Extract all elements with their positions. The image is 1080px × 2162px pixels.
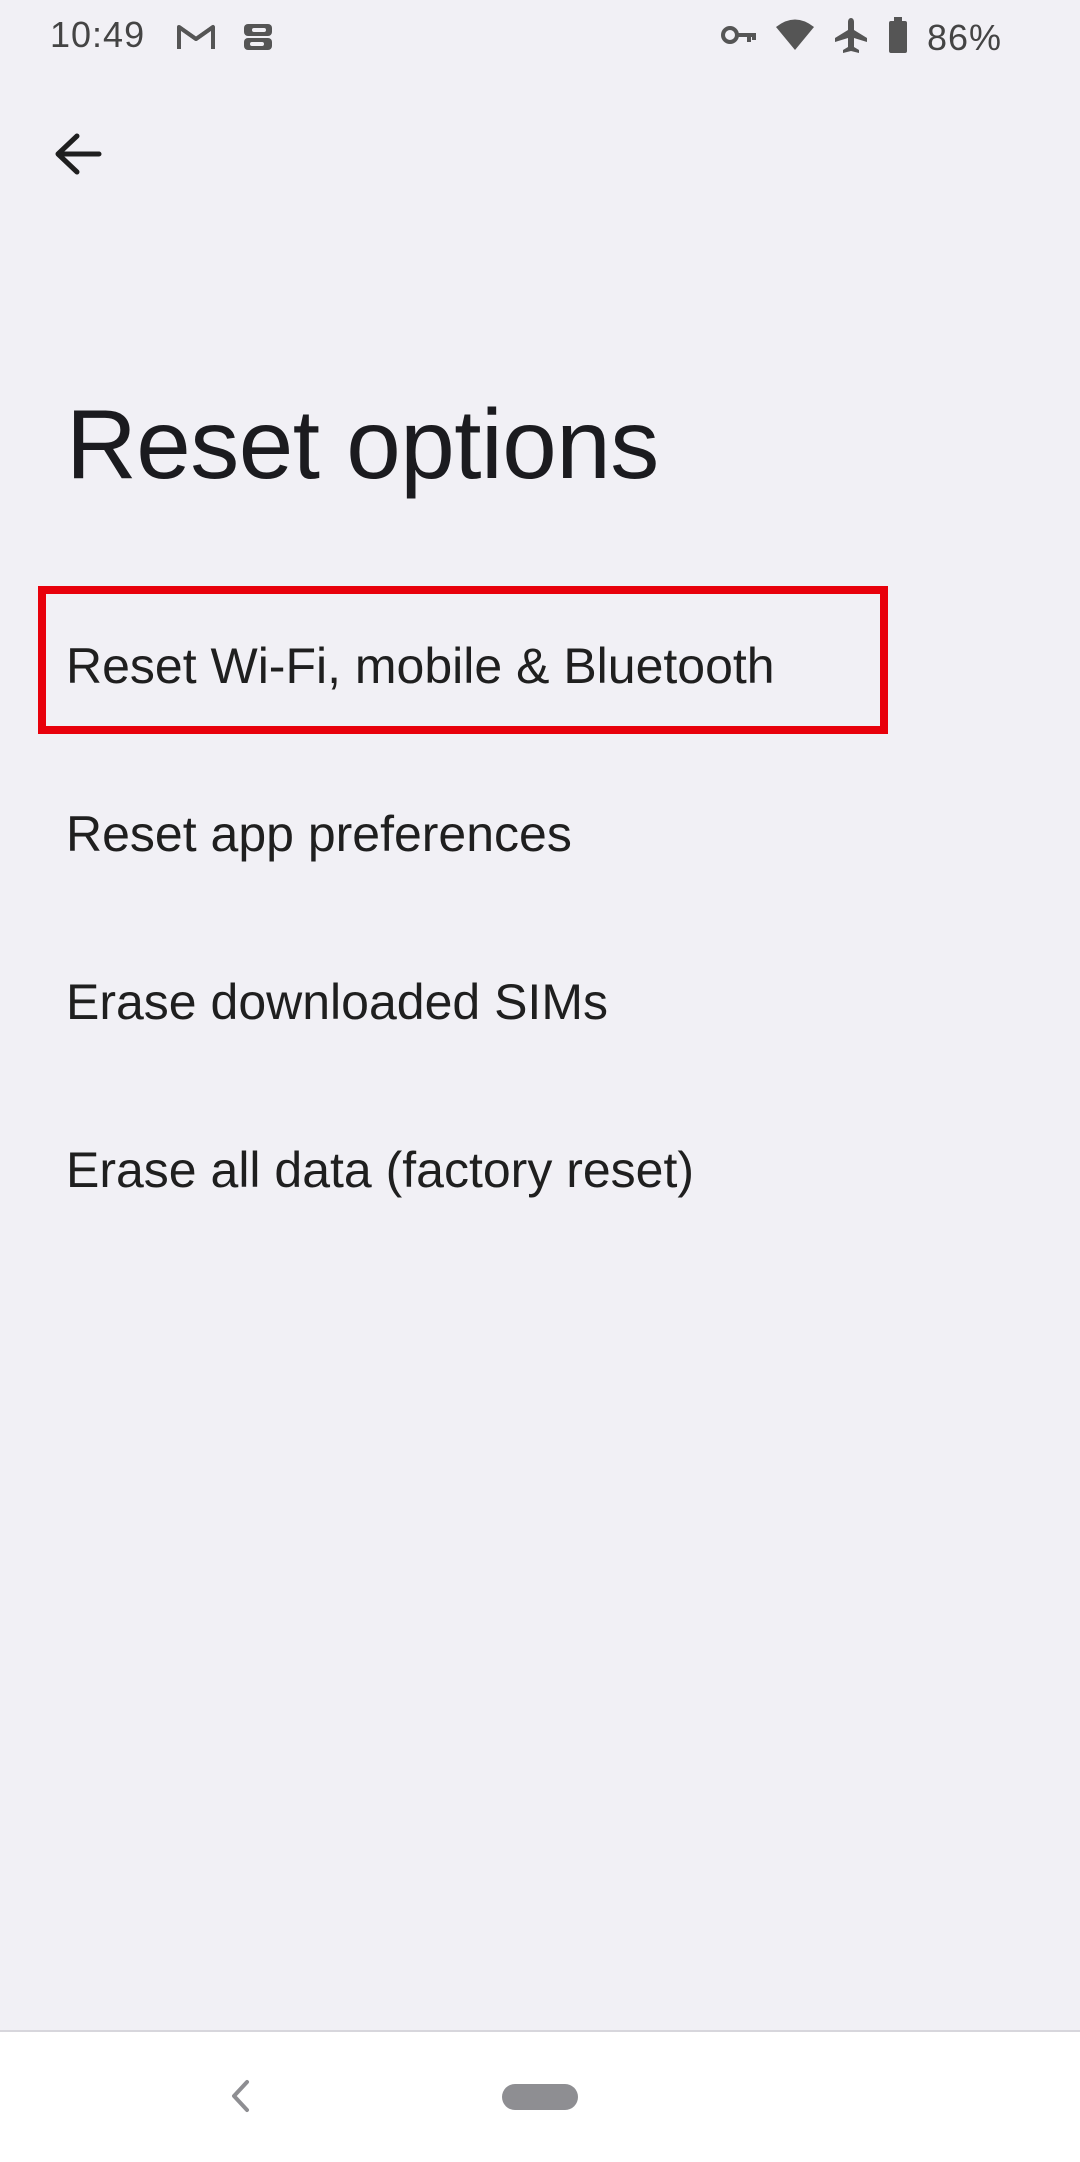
status-notification-icons (176, 20, 278, 59)
option-factory-reset[interactable]: Erase all data (factory reset) (0, 1086, 1080, 1254)
arrow-back-icon (53, 132, 103, 181)
reset-options-list: Reset Wi-Fi, mobile & Bluetooth Reset ap… (0, 582, 1080, 1254)
option-label: Erase all data (factory reset) (66, 1142, 695, 1198)
battery-percent: 86% (926, 16, 1002, 58)
airplane-icon (833, 16, 869, 59)
option-reset-app-preferences[interactable]: Reset app preferences (0, 750, 1080, 918)
option-erase-downloaded-sims[interactable]: Erase downloaded SIMs (0, 918, 1080, 1086)
status-bar: 10:49 86% (0, 0, 1080, 80)
nav-back-button[interactable] (222, 2076, 258, 2120)
gmail-icon (176, 22, 216, 57)
option-label: Erase downloaded SIMs (66, 974, 608, 1030)
option-label: Reset Wi-Fi, mobile & Bluetooth (66, 638, 775, 694)
sync-icon (238, 20, 278, 59)
nav-back-chevron-icon (229, 2078, 251, 2119)
vpn-key-icon (720, 24, 757, 51)
option-label: Reset app preferences (66, 806, 572, 862)
navigation-bar (0, 2030, 1080, 2162)
battery-icon (887, 16, 909, 59)
option-reset-network[interactable]: Reset Wi-Fi, mobile & Bluetooth (0, 582, 1080, 750)
page-title: Reset options (66, 389, 659, 499)
status-system-icons: 86% (720, 16, 1002, 59)
wifi-icon (775, 18, 815, 57)
home-pill-icon[interactable] (502, 2084, 578, 2110)
back-button[interactable] (40, 118, 116, 194)
status-time: 10:49 (50, 14, 146, 55)
